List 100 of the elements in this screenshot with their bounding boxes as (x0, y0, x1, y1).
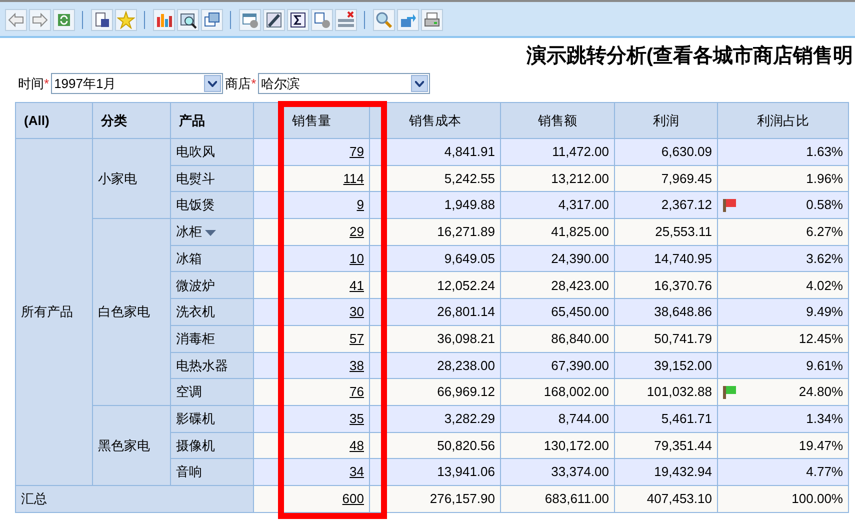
value-link[interactable]: 76 (350, 384, 364, 400)
caret-icon (415, 80, 424, 86)
table-cell: 1,949.88 (444, 197, 495, 212)
row-header: 电热水器 (176, 358, 228, 373)
table-cell: 19,432.94 (654, 464, 712, 480)
star-button[interactable] (115, 9, 137, 31)
back-icon (7, 11, 25, 29)
table-cell: 9,649.05 (444, 250, 495, 266)
column-header: 销售成本 (370, 102, 500, 138)
value-link[interactable]: 34 (350, 464, 364, 480)
table-cell: 79,351.44 (654, 438, 712, 453)
windows-icon (203, 11, 221, 29)
windows-button[interactable] (201, 9, 223, 31)
row-header: 洗衣机 (176, 304, 215, 320)
bar-chart-button[interactable] (153, 9, 175, 31)
value-link[interactable]: 10 (350, 250, 364, 266)
value-link[interactable]: 57 (350, 330, 364, 346)
table-cell: 50,820.56 (437, 438, 495, 453)
table-cell: 9.49% (806, 304, 843, 320)
refresh-button[interactable] (53, 9, 75, 31)
sum-icon (289, 11, 307, 29)
row-header: 小家电 (92, 138, 170, 219)
table-cell: 4,841.91 (444, 144, 495, 160)
bar-chart-icon (155, 11, 173, 29)
delete-rows-button[interactable] (335, 9, 357, 31)
table-cell: 9.61% (806, 358, 843, 373)
preview-icon (179, 11, 197, 29)
table-cell: 130,172.00 (544, 438, 609, 453)
table-cell: 39,152.00 (654, 358, 712, 373)
value-link[interactable]: 38 (350, 358, 364, 373)
value-link[interactable]: 35 (350, 410, 364, 426)
table-cell: 6.27% (806, 224, 843, 240)
row-header: 电饭煲 (176, 197, 215, 212)
flag-icon (723, 199, 736, 212)
table-cell: 407,453.10 (646, 491, 712, 506)
table-cell: 24,390.00 (551, 250, 609, 266)
preview-button[interactable] (177, 9, 199, 31)
table-cell: 14,740.95 (654, 250, 712, 266)
table-cell: 66,969.12 (437, 384, 495, 400)
row-header: 空调 (176, 384, 202, 400)
column-header: 销售额 (500, 102, 614, 138)
row-header: 电吹风 (176, 144, 215, 160)
caret-icon (208, 80, 218, 86)
row-header: 汇总 (16, 485, 254, 512)
back-button[interactable] (5, 9, 27, 31)
table-cell: 65,450.00 (551, 304, 609, 320)
forward-button[interactable] (29, 9, 51, 31)
table-cell: 13,941.06 (437, 464, 495, 480)
table-cell: 7,969.45 (661, 170, 712, 186)
value-link[interactable]: 79 (350, 144, 364, 160)
table-cell: 28,238.00 (437, 358, 495, 373)
table-cell: 1.96% (806, 170, 843, 186)
table-cell: 19.47% (798, 438, 843, 453)
column-header: 利润占比 (718, 102, 848, 138)
value-link[interactable]: 600 (342, 491, 364, 506)
refresh-icon (55, 11, 73, 29)
print-button[interactable] (421, 9, 443, 31)
value-link[interactable]: 114 (343, 170, 364, 186)
table-cell: 25,553.11 (655, 224, 712, 240)
export-button[interactable] (397, 9, 419, 31)
table-cell: 16,370.76 (654, 278, 712, 293)
row-header: 所有产品 (16, 138, 92, 486)
table-cell: 5,242.55 (444, 170, 495, 186)
row-header: 黑色家电 (92, 405, 170, 486)
value-link[interactable]: 30 (350, 304, 364, 320)
table-cell: 28,423.00 (551, 278, 609, 293)
table-cell: 3.62% (806, 250, 843, 266)
row-header: 冰箱 (176, 250, 202, 266)
search-button[interactable] (373, 9, 395, 31)
required-mark: * (44, 74, 50, 93)
value-link[interactable]: 29 (350, 224, 364, 240)
table-cell: 276,157.90 (430, 491, 495, 506)
table-cell: 33,374.00 (551, 464, 609, 480)
value-link[interactable]: 9 (356, 197, 364, 212)
table-cell: 26,801.14 (437, 304, 495, 320)
dropdown-icon[interactable] (205, 230, 216, 236)
table-cell: 38,648.86 (654, 304, 712, 320)
row-header: 微波炉 (176, 278, 215, 293)
table-settings-icon (241, 11, 259, 29)
table-cell: 2,367.12 (661, 197, 712, 212)
print-icon (423, 11, 441, 29)
value-link[interactable]: 48 (350, 438, 364, 453)
filter-label: 商店 (225, 74, 252, 93)
save-button[interactable] (91, 9, 113, 31)
table-cell: 13,212.00 (551, 170, 609, 186)
select-field[interactable]: 哈尔滨 (258, 73, 430, 94)
select-field[interactable]: 1997年1月 (51, 73, 224, 94)
table-settings-button[interactable] (239, 9, 261, 31)
value-link[interactable]: 41 (350, 278, 364, 293)
row-header: 白色家电 (92, 218, 170, 406)
filter-label: 时间 (18, 74, 44, 93)
sum-button[interactable] (287, 9, 309, 31)
table-cell: 11,472.00 (552, 144, 609, 160)
forward-icon (31, 11, 49, 29)
table-cell: 86,840.00 (551, 330, 609, 346)
table-cell: 4.02% (806, 278, 843, 293)
table-cell-text: 0.58% (806, 196, 843, 214)
table-cell: 4,317.00 (558, 197, 609, 212)
delete-rows-icon (337, 11, 355, 29)
report-title: 演示跳转分析(查看各城市商店销售明 (525, 44, 854, 69)
